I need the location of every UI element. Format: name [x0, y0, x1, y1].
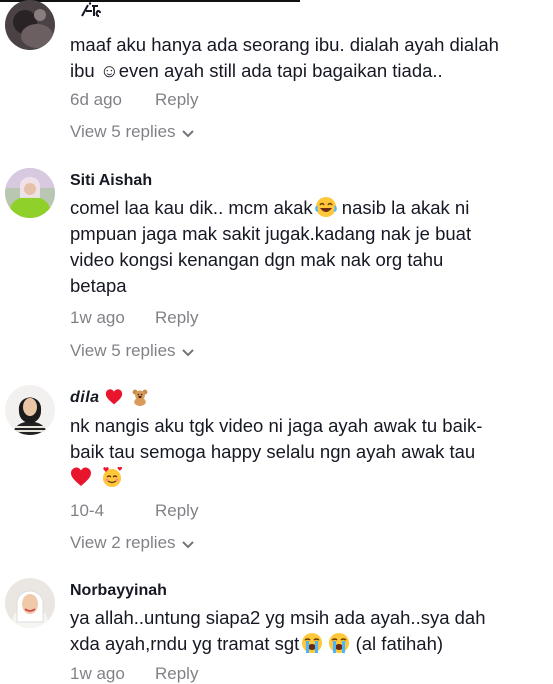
comment-text: ya allah..untung siapa2 yg msih ada ayah… — [70, 605, 545, 657]
comment-line: video kongsi kenangan dgn mak nak org ta… — [70, 249, 444, 270]
smiling-face-with-hearts-emoji-icon — [101, 466, 123, 488]
comment-emoji-line — [70, 465, 545, 491]
username[interactable]: Norbayyinah — [70, 582, 167, 600]
comment-line: xda ayah,rndu yg tramat sgt (al fatihah) — [70, 631, 545, 657]
comment-line: comel laa kau dik.. mcm akak nasib la ak… — [70, 195, 545, 221]
view-replies-label: View 5 replies — [70, 341, 176, 360]
view-replies-button[interactable]: View 5 replies — [70, 122, 194, 143]
comment-timestamp: 1w ago — [70, 664, 125, 683]
comment-text-segment: nasib la akak ni — [341, 197, 470, 218]
chevron-down-icon — [181, 534, 194, 554]
comment-line: ya allah..untung siapa2 yg msih ada ayah… — [70, 607, 486, 628]
loudly-crying-emoji-icon — [301, 632, 323, 654]
reply-button[interactable]: Reply — [155, 664, 198, 684]
comment-text-segment: (al fatihah) — [355, 633, 444, 654]
comment-timestamp: 1w ago — [70, 308, 125, 327]
avatar[interactable] — [5, 0, 55, 50]
comment-text-segment: xda ayah,rndu yg tramat sgt — [70, 633, 300, 654]
top-divider — [0, 0, 300, 2]
reply-button[interactable]: Reply — [155, 90, 198, 110]
avatar[interactable] — [5, 168, 55, 218]
comment-text: nk nangis aku tgk video ni jaga ayah awa… — [70, 413, 545, 491]
comment-line: baik tau semoga happy selalu ngn ayah aw… — [70, 441, 476, 462]
reply-button[interactable]: Reply — [155, 308, 198, 328]
username[interactable]: dila — [70, 388, 149, 407]
view-replies-button[interactable]: View 2 replies — [70, 533, 194, 554]
avatar[interactable] — [5, 385, 55, 435]
comment-timestamp: 6d ago — [70, 90, 122, 109]
view-replies-button[interactable]: View 5 replies — [70, 341, 194, 362]
teddy-bear-emoji-icon — [131, 388, 149, 406]
username[interactable] — [80, 2, 102, 23]
comment-line: maaf aku hanya ada seorang ibu. dialah a… — [70, 34, 499, 55]
chevron-down-icon — [181, 123, 194, 143]
comment-line: ibu ☺even ayah still ada tapi bagaikan t… — [70, 60, 443, 81]
comment-line: betapa — [70, 275, 127, 296]
red-heart-emoji-icon — [105, 388, 123, 406]
comment-text-segment: comel laa kau dik.. mcm akak — [70, 197, 313, 218]
view-replies-label: View 2 replies — [70, 533, 176, 552]
comment-text: comel laa kau dik.. mcm akak nasib la ak… — [70, 195, 545, 299]
username-text: dila — [70, 389, 100, 406]
comment-line: nk nangis aku tgk video ni jaga ayah awa… — [70, 415, 483, 436]
chevron-down-icon — [181, 342, 194, 362]
red-heart-emoji-icon — [70, 466, 92, 488]
comment-text: maaf aku hanya ada seorang ibu. dialah a… — [70, 32, 545, 84]
username-glyph-icon — [81, 2, 101, 17]
laughing-emoji-icon — [314, 196, 337, 218]
loudly-crying-emoji-icon — [328, 632, 350, 654]
avatar[interactable] — [5, 578, 55, 628]
comment-line: pmpuan jaga mak sakit jugak.kadang nak j… — [70, 223, 472, 244]
comment-timestamp: 10-4 — [70, 501, 105, 520]
reply-button[interactable]: Reply — [155, 501, 198, 521]
username[interactable]: Siti Aishah — [70, 172, 152, 190]
view-replies-label: View 5 replies — [70, 122, 176, 141]
